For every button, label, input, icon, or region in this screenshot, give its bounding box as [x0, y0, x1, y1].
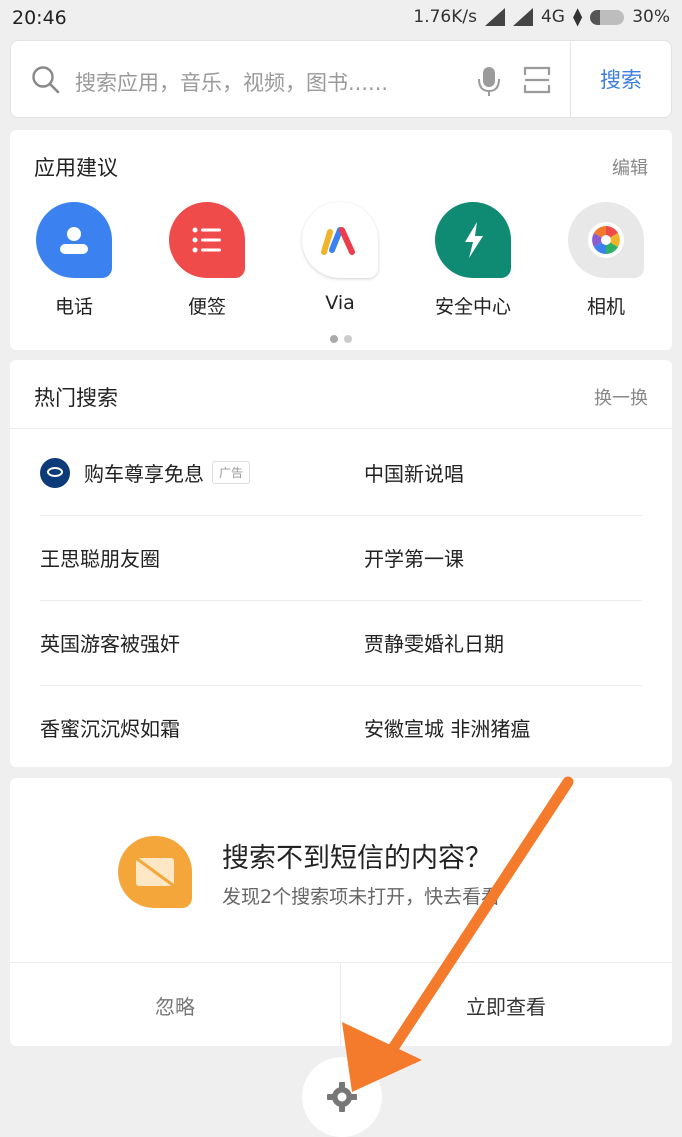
promo-description: 发现2个搜索项未打开，快去看看	[222, 886, 501, 908]
hot-search-item[interactable]: 贾静雯婚礼日期	[364, 600, 504, 685]
network-type: 4G	[540, 7, 565, 27]
hot-search-card: 热门搜索 换一换 购车尊享免息 广告 中国新说唱 王思聪朋友圈 开学第一课 英国…	[10, 360, 672, 767]
hot-search-item[interactable]: 购车尊享免息 广告	[40, 430, 251, 515]
message-icon	[118, 836, 192, 908]
camera-icon	[568, 202, 644, 278]
app-camera[interactable]: 相机	[546, 202, 666, 319]
security-center-icon	[435, 202, 511, 278]
hot-search-text: 购车尊享免息	[84, 462, 204, 486]
cell-signal-icon	[512, 8, 533, 26]
app-label: 电话	[54, 296, 93, 318]
hot-search-row: 购车尊享免息 广告 中国新说唱	[10, 430, 672, 515]
microphone-icon[interactable]	[477, 65, 501, 97]
search-bar[interactable]: 搜索应用，音乐，视频，图书...... 搜索	[10, 40, 672, 118]
app-suggestions-title: 应用建议	[34, 156, 118, 180]
page-dot	[344, 335, 352, 343]
hot-search-text: 安徽宣城 非洲猪瘟	[364, 717, 531, 741]
battery-icon	[590, 9, 625, 25]
app-label: Via	[325, 292, 355, 314]
data-arrows-icon: ▲ ▼	[572, 5, 583, 28]
hot-search-item[interactable]: 安徽宣城 非洲猪瘟	[364, 685, 530, 770]
hot-search-list: 购车尊享免息 广告 中国新说唱 王思聪朋友圈 开学第一课 英国游客被强奸 贾静雯…	[10, 430, 672, 770]
search-button[interactable]: 搜索	[570, 41, 671, 117]
app-label: 相机	[586, 296, 625, 318]
sms-search-promo-card: 搜索不到短信的内容？ 发现2个搜索项未打开，快去看看 忽略 立即查看	[10, 778, 672, 1047]
advertiser-logo-icon	[40, 457, 70, 488]
hot-search-text: 开学第一课	[364, 547, 464, 571]
divider	[10, 428, 672, 429]
scan-icon[interactable]	[523, 65, 551, 95]
edit-button[interactable]: 编辑	[612, 154, 648, 180]
hot-search-row: 香蜜沉沉烬如霜 安徽宣城 非洲猪瘟	[10, 685, 672, 770]
promo-title: 搜索不到短信的内容？	[222, 843, 492, 874]
app-via[interactable]: Via	[280, 202, 400, 314]
status-time: 20:46	[12, 7, 67, 29]
page-dot-active	[330, 335, 338, 343]
hot-search-item[interactable]: 中国新说唱	[364, 430, 464, 515]
app-suggestions-card: 应用建议 编辑 电话 便签 Via 安全中心 相机	[10, 130, 672, 350]
wifi-signal-icon	[484, 8, 505, 26]
hot-search-item[interactable]: 开学第一课	[364, 515, 464, 600]
app-phone[interactable]: 电话	[14, 202, 134, 319]
search-input[interactable]: 搜索应用，音乐，视频，图书......	[75, 67, 388, 97]
hot-search-item[interactable]: 王思聪朋友圈	[40, 515, 160, 600]
hot-search-row: 王思聪朋友圈 开学第一课	[10, 515, 672, 600]
gear-icon	[327, 1082, 357, 1112]
hot-search-text: 贾静雯婚礼日期	[364, 632, 504, 656]
hot-search-text: 中国新说唱	[364, 462, 464, 486]
search-icon	[32, 66, 60, 94]
settings-button[interactable]	[302, 1057, 382, 1137]
refresh-button[interactable]: 换一换	[594, 384, 648, 410]
battery-percent: 30%	[632, 7, 670, 27]
hot-search-item[interactable]: 香蜜沉沉烬如霜	[40, 685, 180, 770]
app-label: 便签	[187, 296, 226, 318]
network-speed: 1.76K/s	[413, 7, 477, 27]
app-notes[interactable]: 便签	[147, 202, 267, 319]
hot-search-item[interactable]: 英国游客被强奸	[40, 600, 180, 685]
page-indicator	[10, 328, 672, 347]
status-indicators: 1.76K/s 4G ▲ ▼ 30%	[413, 5, 670, 28]
via-browser-icon	[302, 202, 378, 278]
hot-search-text: 英国游客被强奸	[40, 632, 180, 656]
phone-icon	[36, 202, 112, 278]
promo-actions: 忽略 立即查看	[10, 962, 672, 1047]
status-bar: 20:46 1.76K/s 4G ▲ ▼ 30%	[0, 0, 682, 38]
app-list: 电话 便签 Via 安全中心 相机	[10, 202, 672, 332]
hot-search-title: 热门搜索	[34, 386, 118, 410]
app-security-center[interactable]: 安全中心	[413, 202, 533, 319]
hot-search-text: 香蜜沉沉烬如霜	[40, 717, 180, 741]
app-label: 安全中心	[434, 296, 511, 318]
ad-badge: 广告	[212, 461, 251, 484]
ignore-button[interactable]: 忽略	[10, 963, 341, 1047]
view-now-button[interactable]: 立即查看	[341, 963, 671, 1047]
hot-search-text: 王思聪朋友圈	[40, 547, 160, 571]
notes-icon	[169, 202, 245, 278]
hot-search-row: 英国游客被强奸 贾静雯婚礼日期	[10, 600, 672, 685]
